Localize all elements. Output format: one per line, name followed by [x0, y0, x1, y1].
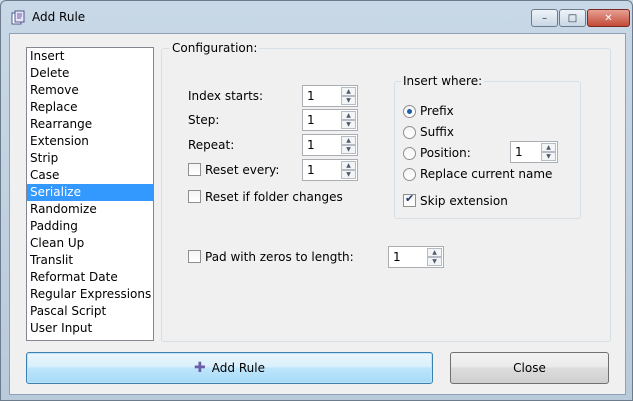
reset-every-label[interactable]: Reset every: [205, 163, 279, 177]
position-spinner[interactable]: 1 ▲ ▼ [510, 141, 558, 163]
pad-zeros-checkbox[interactable] [188, 250, 201, 263]
spin-up-icon[interactable]: ▲ [427, 248, 442, 257]
suffix-radio[interactable] [403, 126, 416, 139]
repeat-label: Repeat: [188, 138, 235, 152]
add-rule-window: Add Rule – □ ✕ Insert Delete Remove Replace… [0, 0, 633, 401]
replace-name-radio[interactable] [403, 168, 416, 181]
index-starts-spinner[interactable]: 1 ▲ ▼ [302, 85, 358, 107]
spin-up-icon[interactable]: ▲ [341, 111, 356, 120]
index-starts-value[interactable]: 1 [307, 89, 315, 103]
spin-down-icon[interactable]: ▼ [541, 152, 556, 161]
rule-list-item[interactable]: Serialize [27, 184, 153, 201]
close-button[interactable]: Close [450, 352, 609, 384]
prefix-label[interactable]: Prefix [420, 104, 454, 118]
pad-zeros-label[interactable]: Pad with zeros to length: [205, 250, 354, 264]
rule-list-item[interactable]: User Input [27, 320, 153, 337]
spin-up-icon[interactable]: ▲ [541, 143, 556, 152]
pad-zeros-spinner[interactable]: 1 ▲ ▼ [388, 246, 444, 268]
add-rule-button[interactable]: ✚ Add Rule [26, 352, 433, 384]
reset-every-value[interactable]: 1 [307, 163, 315, 177]
minimize-button[interactable]: – [531, 9, 558, 27]
title-bar[interactable]: Add Rule – □ ✕ [1, 1, 632, 33]
configuration-group: Configuration: Index starts: 1 ▲ ▼ Step: … [161, 41, 611, 342]
rule-list-item[interactable]: Insert [27, 48, 153, 65]
position-label[interactable]: Position: [420, 146, 471, 160]
rule-list-item[interactable]: Pascal Script [27, 303, 153, 320]
rule-list-item[interactable]: Extension [27, 133, 153, 150]
repeat-value[interactable]: 1 [307, 138, 315, 152]
rule-list-item[interactable]: Delete [27, 65, 153, 82]
insert-where-label: Insert where: [401, 74, 485, 88]
rule-list-item[interactable]: Clean Up [27, 235, 153, 252]
rule-list-item[interactable]: Replace [27, 99, 153, 116]
position-radio[interactable] [403, 147, 416, 160]
rule-list-item[interactable]: Rearrange [27, 116, 153, 133]
rule-list[interactable]: Insert Delete Remove Replace Rearrange Extens… [26, 47, 154, 341]
app-icon [10, 10, 26, 26]
position-value[interactable]: 1 [515, 145, 523, 159]
close-button-label: Close [513, 361, 546, 375]
skip-extension-checkbox[interactable] [403, 192, 416, 207]
prefix-radio[interactable] [403, 105, 416, 118]
step-spinner[interactable]: 1 ▲ ▼ [302, 109, 358, 131]
pad-zeros-value[interactable]: 1 [393, 250, 401, 264]
insert-where-group: Insert where: Prefix Suffix Position: 1 … [394, 74, 581, 219]
step-label: Step: [188, 113, 220, 127]
rule-list-item[interactable]: Remove [27, 82, 153, 99]
replace-name-label[interactable]: Replace current name [420, 167, 552, 181]
reset-every-checkbox[interactable] [188, 163, 201, 176]
rule-list-item[interactable]: Strip [27, 150, 153, 167]
spin-down-icon[interactable]: ▼ [341, 145, 356, 154]
window-title: Add Rule [32, 10, 86, 24]
index-starts-label: Index starts: [188, 89, 264, 103]
rule-list-item[interactable]: Regular Expressions [27, 286, 153, 303]
reset-folder-label[interactable]: Reset if folder changes [205, 190, 343, 204]
plus-icon: ✚ [194, 360, 206, 376]
rule-list-item[interactable]: Translit [27, 252, 153, 269]
spin-up-icon[interactable]: ▲ [341, 136, 356, 145]
spin-down-icon[interactable]: ▼ [341, 120, 356, 129]
reset-folder-checkbox[interactable] [188, 190, 201, 203]
spin-down-icon[interactable]: ▼ [427, 257, 442, 266]
spin-up-icon[interactable]: ▲ [341, 87, 356, 96]
close-window-button[interactable]: ✕ [587, 9, 630, 27]
configuration-label: Configuration: [170, 41, 260, 55]
rule-list-item[interactable]: Reformat Date [27, 269, 153, 286]
skip-extension-label[interactable]: Skip extension [420, 194, 508, 208]
suffix-label[interactable]: Suffix [420, 125, 454, 139]
rule-list-item[interactable]: Case [27, 167, 153, 184]
dialog-client: Insert Delete Remove Replace Rearrange Extens… [9, 33, 626, 395]
spin-down-icon[interactable]: ▼ [341, 170, 356, 179]
repeat-spinner[interactable]: 1 ▲ ▼ [302, 134, 358, 156]
reset-every-spinner[interactable]: 1 ▲ ▼ [302, 159, 358, 181]
rule-list-item[interactable]: Randomize [27, 201, 153, 218]
maximize-button[interactable]: □ [559, 9, 586, 27]
step-value[interactable]: 1 [307, 113, 315, 127]
spin-up-icon[interactable]: ▲ [341, 161, 356, 170]
rule-list-item[interactable]: Padding [27, 218, 153, 235]
spin-down-icon[interactable]: ▼ [341, 96, 356, 105]
add-rule-button-label: Add Rule [211, 361, 265, 375]
